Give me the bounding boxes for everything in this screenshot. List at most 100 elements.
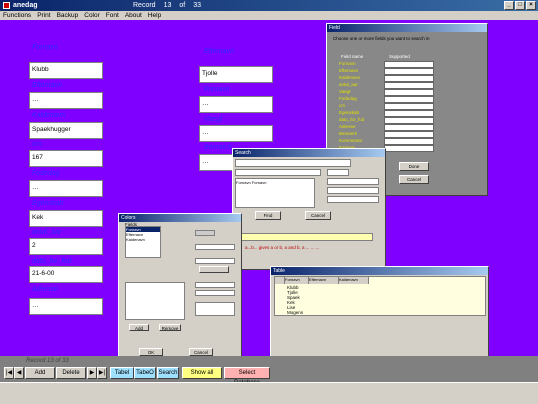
support-input[interactable]	[384, 82, 434, 89]
field-label: Fornavn	[32, 44, 58, 51]
field-row-label: Fodedag	[339, 96, 357, 101]
field-input[interactable]: …	[29, 92, 103, 109]
support-input[interactable]	[384, 138, 434, 145]
field-input[interactable]: 21-6-00	[29, 266, 103, 283]
field-label: antal_aar	[32, 229, 62, 236]
condition-select[interactable]	[327, 178, 379, 185]
field-input[interactable]: Tjolle	[199, 66, 273, 83]
cancel-button[interactable]: Cancel	[305, 211, 331, 220]
field-label: Kaldenavn	[32, 112, 66, 119]
field-input[interactable]: …	[29, 180, 103, 197]
support-input[interactable]	[384, 110, 434, 117]
color-dialog: Colors Fields Fornavn Efternavn Kaldenav…	[118, 213, 242, 363]
support-input[interactable]	[384, 145, 434, 152]
search-button[interactable]: Search	[157, 367, 179, 379]
apply-button[interactable]	[199, 266, 229, 273]
menu-print[interactable]: Print	[37, 12, 50, 19]
field-label: Bemaerk	[204, 144, 233, 151]
search-dialog: Search Fornavn Fornavn Find Cancel a...b…	[232, 148, 386, 270]
support-input[interactable]	[384, 131, 434, 138]
col-field-name: Field name	[341, 54, 364, 59]
support-input[interactable]	[384, 117, 434, 124]
data-grid[interactable]: Fornavn Efternavn Kaldenavn Klubb Tjolle…	[274, 276, 486, 316]
cancel-button[interactable]: Cancel	[399, 175, 429, 184]
record-counter: Record 13 of 33	[26, 358, 69, 364]
support-input[interactable]	[384, 96, 434, 103]
find-button[interactable]: Find	[255, 211, 281, 220]
field-row-label: antal_aar	[339, 82, 358, 87]
fields-list[interactable]: Fornavn Efternavn Kaldenavn	[125, 226, 161, 258]
field-row-label: Adresse	[339, 124, 356, 129]
field-row-label: Bemaerk	[339, 131, 358, 136]
close-button[interactable]: ×	[526, 1, 536, 10]
done-button[interactable]: Done	[399, 162, 429, 171]
menu-help[interactable]: Help	[148, 12, 161, 19]
col-supported: Supported	[389, 54, 410, 59]
grid-header[interactable]: Kaldenavn	[339, 277, 369, 284]
search-field-list[interactable]: Fornavn Fornavn	[235, 178, 315, 208]
menu-about[interactable]: About	[125, 12, 142, 19]
field-input[interactable]: 2	[29, 238, 103, 255]
field-input[interactable]: Klubb	[29, 62, 103, 79]
font-input[interactable]	[195, 282, 235, 288]
support-input[interactable]	[384, 75, 434, 82]
ok-button[interactable]: OK	[139, 348, 163, 356]
field-input[interactable]: Spaekhugger	[29, 122, 103, 139]
font-input[interactable]	[195, 290, 235, 296]
search-select[interactable]	[327, 169, 349, 176]
field-label: Efternavn	[204, 48, 234, 55]
select-database-button[interactable]: Select Database	[224, 367, 270, 386]
add-button[interactable]: Add	[129, 324, 149, 331]
window-title: anedag	[13, 2, 38, 9]
color-swatch[interactable]	[195, 230, 215, 236]
grid-cell[interactable]: Mogens	[287, 310, 303, 315]
color-input[interactable]	[195, 244, 235, 250]
support-input[interactable]	[384, 61, 434, 68]
size-input[interactable]	[195, 302, 235, 316]
field-row-label: Egenskab	[339, 110, 360, 115]
menu-bar: Functions Print Backup Color Font About …	[0, 11, 538, 20]
support-input[interactable]	[384, 124, 434, 131]
record-indicator: Record 13 of 33	[133, 2, 202, 9]
field-input[interactable]: …	[199, 125, 273, 142]
dialog-title: Colors	[119, 214, 241, 222]
minimize-button[interactable]: _	[504, 1, 514, 10]
maximize-button[interactable]: □	[515, 1, 525, 10]
field-input[interactable]: …	[199, 96, 273, 113]
field-label: Efternavn	[32, 82, 62, 89]
show-all-button[interactable]: Show all	[182, 367, 222, 379]
bottom-toolbar: Record 13 of 33 |◀ ◀ Add Delete ▶ ▶| Tab…	[0, 356, 538, 386]
dialog-title: Search	[233, 149, 385, 157]
first-record-button[interactable]: |◀	[4, 367, 14, 379]
grid-header[interactable]: Efternavn	[309, 277, 339, 284]
next-record-button[interactable]: ▶	[87, 367, 97, 379]
color-input[interactable]	[195, 258, 235, 264]
menu-color[interactable]: Color	[84, 12, 100, 19]
search-input[interactable]	[235, 159, 351, 167]
support-input[interactable]	[384, 89, 434, 96]
delete-button[interactable]: Delete	[56, 367, 86, 379]
tabel-button[interactable]: Tabel	[110, 367, 134, 379]
cancel-button[interactable]: Cancel	[189, 348, 213, 356]
menu-backup[interactable]: Backup	[57, 12, 79, 19]
grid-header[interactable]: Fornavn	[285, 277, 309, 284]
field-input[interactable]: Kek	[29, 210, 103, 227]
menu-font[interactable]: Font	[106, 12, 119, 19]
field-input[interactable]: …	[29, 298, 103, 315]
prev-record-button[interactable]: ◀	[14, 367, 24, 379]
field-row-label: Efternavn	[339, 68, 359, 73]
add-button[interactable]: Add	[25, 367, 55, 379]
condition-select[interactable]	[327, 187, 379, 194]
help-text: a...b... gives a or b, a and b, a ... ..…	[245, 245, 320, 250]
support-input[interactable]	[384, 103, 434, 110]
last-record-button[interactable]: ▶|	[97, 367, 107, 379]
condition-select[interactable]	[327, 196, 379, 203]
remove-button[interactable]: Remove	[159, 324, 181, 331]
field-row-label: Fornavn	[339, 61, 356, 66]
field-label: Fodedag	[32, 170, 60, 177]
search-input[interactable]	[235, 169, 321, 176]
support-input[interactable]	[384, 68, 434, 75]
menu-functions[interactable]: Functions	[3, 12, 31, 19]
field-input[interactable]: 167	[29, 150, 103, 167]
tabeo-button[interactable]: TabeO	[134, 367, 156, 379]
